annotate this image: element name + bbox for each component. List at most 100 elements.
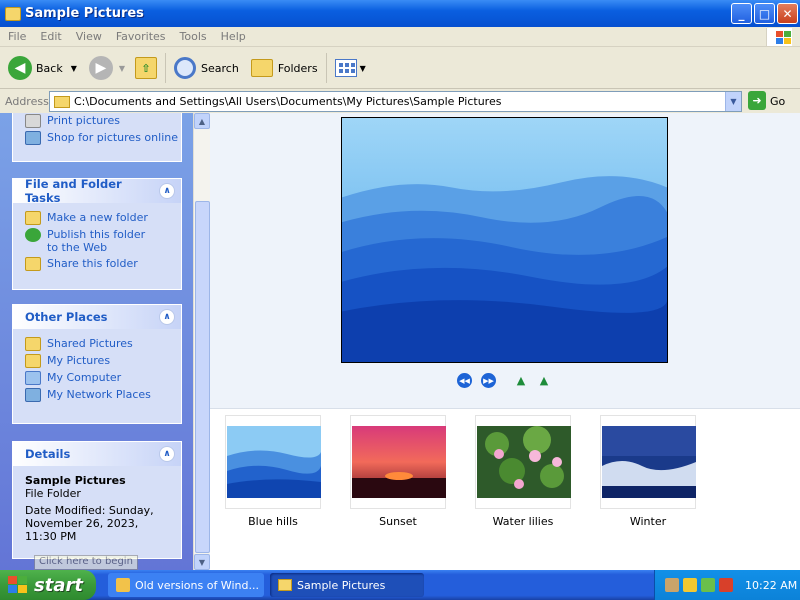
details-name: Sample Pictures xyxy=(25,474,126,487)
chevron-down-icon[interactable]: ▼ xyxy=(360,64,366,73)
details-type: File Folder xyxy=(25,487,81,500)
scroll-up-button[interactable]: ▲ xyxy=(194,113,210,129)
task-pane-scrollbar[interactable]: ▲ ▼ xyxy=(193,113,210,570)
minimize-button[interactable]: _ xyxy=(731,3,752,24)
network-status-icon[interactable] xyxy=(701,578,715,592)
thumbnail-blue-hills[interactable] xyxy=(225,415,321,509)
up-folder-icon: ⇧ xyxy=(135,57,158,79)
maximize-button[interactable]: □ xyxy=(754,3,775,24)
taskbar-item-old-versions[interactable]: Old versions of Wind... xyxy=(108,573,264,597)
start-label: start xyxy=(34,574,83,596)
clock[interactable]: 10:22 AM xyxy=(745,579,797,592)
make-new-folder-link[interactable]: Make a new folder xyxy=(13,203,181,225)
previous-image-button[interactable]: ◀◀ xyxy=(457,373,472,388)
folders-button[interactable]: Folders xyxy=(250,59,318,77)
address-dropdown-button[interactable]: ▼ xyxy=(725,92,741,111)
shared-pictures-link[interactable]: Shared Pictures xyxy=(13,329,181,351)
scroll-down-button[interactable]: ▼ xyxy=(194,554,210,570)
menu-favorites[interactable]: Favorites xyxy=(116,30,166,43)
share-folder-link[interactable]: Share this folder xyxy=(13,254,181,271)
address-bar: Address C:\Documents and Settings\All Us… xyxy=(0,90,800,113)
new-folder-icon xyxy=(25,211,41,225)
address-path: C:\Documents and Settings\All Users\Docu… xyxy=(74,95,502,108)
shop-pictures-link[interactable]: Shop for pictures online xyxy=(13,128,181,145)
collapse-chevron-icon[interactable]: ∧ xyxy=(159,309,175,325)
folder-icon xyxy=(5,6,21,21)
file-folder-tasks-panel: File and Folder Tasks ∧ Make a new folde… xyxy=(12,177,182,290)
my-network-places-link[interactable]: My Network Places xyxy=(13,385,181,402)
title-bar[interactable]: Sample Pictures _ □ ✕ xyxy=(0,0,800,27)
windows-flag-icon xyxy=(8,576,28,594)
taskbar-item-sample-pictures[interactable]: Sample Pictures xyxy=(270,573,424,597)
web-publish-icon xyxy=(25,228,41,242)
security-shield-icon[interactable] xyxy=(683,578,697,592)
share-folder-icon xyxy=(25,257,41,271)
security-alert-icon[interactable] xyxy=(719,578,733,592)
go-button[interactable]: Go xyxy=(770,95,785,108)
collapse-chevron-icon[interactable]: ∧ xyxy=(159,183,175,199)
views-button[interactable]: ▼ xyxy=(334,59,366,77)
menu-tools[interactable]: Tools xyxy=(180,30,207,43)
other-places-header[interactable]: Other Places ∧ xyxy=(13,305,181,329)
computer-icon xyxy=(25,371,41,385)
print-pictures-link[interactable]: Print pictures xyxy=(13,113,181,128)
rotate-counterclockwise-icon[interactable]: ▲ xyxy=(536,373,552,388)
details-header[interactable]: Details ∧ xyxy=(13,442,181,466)
my-pictures-icon xyxy=(25,354,41,368)
start-button[interactable]: start xyxy=(0,570,96,600)
thumbnail-image xyxy=(477,426,571,498)
picture-tasks-panel: Print pictures Shop for pictures online xyxy=(12,113,182,162)
forward-button[interactable]: ▶ ▼ xyxy=(88,56,125,80)
folder-icon xyxy=(278,579,292,591)
my-computer-link[interactable]: My Computer xyxy=(13,368,181,385)
back-button[interactable]: ◀ Back ▼ xyxy=(8,56,77,80)
chevron-down-icon[interactable]: ▼ xyxy=(71,64,77,73)
rotate-clockwise-icon[interactable]: ▲ xyxy=(513,373,529,388)
address-input[interactable]: C:\Documents and Settings\All Users\Docu… xyxy=(49,91,742,112)
scroll-thumb[interactable] xyxy=(195,201,210,553)
windows-logo-icon xyxy=(766,28,792,46)
thumbnail-water-lilies[interactable] xyxy=(475,415,571,509)
details-modified: Date Modified: Sunday, November 26, 2023… xyxy=(25,504,154,543)
my-pictures-link[interactable]: My Pictures xyxy=(13,351,181,368)
toolbar-divider xyxy=(165,53,167,83)
publish-folder-link[interactable]: Publish this folder to the Web xyxy=(13,225,181,254)
collapse-chevron-icon[interactable]: ∧ xyxy=(159,446,175,462)
chevron-down-icon[interactable]: ▼ xyxy=(119,64,125,73)
views-icon xyxy=(334,59,357,77)
shared-pictures-icon xyxy=(25,337,41,351)
search-label: Search xyxy=(201,61,239,75)
filmstrip-preview: ◀◀ ▶▶ ▲ ▲ xyxy=(210,113,800,409)
thumbnail-winter[interactable] xyxy=(600,415,696,509)
browser-icon xyxy=(116,578,130,592)
thumbnail-sunset[interactable] xyxy=(350,415,446,509)
task-pane: Print pictures Shop for pictures online … xyxy=(0,113,193,570)
next-image-button[interactable]: ▶▶ xyxy=(481,373,496,388)
file-folder-tasks-header[interactable]: File and Folder Tasks ∧ xyxy=(13,177,181,205)
thumbnail-image xyxy=(227,426,321,498)
thumbnail-label: Blue hills xyxy=(248,515,298,528)
folders-label: Folders xyxy=(277,61,318,75)
menu-view[interactable]: View xyxy=(76,30,102,43)
close-button[interactable]: ✕ xyxy=(777,3,798,24)
search-button[interactable]: Search xyxy=(174,57,239,79)
go-arrow-icon[interactable]: ➜ xyxy=(748,91,766,110)
forward-arrow-icon: ▶ xyxy=(88,56,113,80)
printer-icon xyxy=(25,114,41,128)
start-tooltip: Click here to begin xyxy=(34,555,138,570)
toolbar-divider xyxy=(325,53,327,83)
thumbnail-image xyxy=(602,426,696,498)
network-icon xyxy=(25,388,41,402)
menu-file[interactable]: File xyxy=(8,30,26,43)
menu-help[interactable]: Help xyxy=(221,30,246,43)
preview-image[interactable] xyxy=(341,117,668,363)
search-icon xyxy=(174,57,197,79)
menu-edit[interactable]: Edit xyxy=(40,30,61,43)
thumbnail-label: Sunset xyxy=(379,515,417,528)
details-panel: Details ∧ Sample Pictures File Folder Da… xyxy=(12,441,182,559)
window-title: Sample Pictures xyxy=(25,6,144,21)
tray-app-icon[interactable] xyxy=(665,578,679,592)
address-label: Address xyxy=(5,95,49,108)
up-folder-button[interactable]: ⇧ xyxy=(135,57,158,79)
taskbar: start Old versions of Wind... Sample Pic… xyxy=(0,570,800,600)
